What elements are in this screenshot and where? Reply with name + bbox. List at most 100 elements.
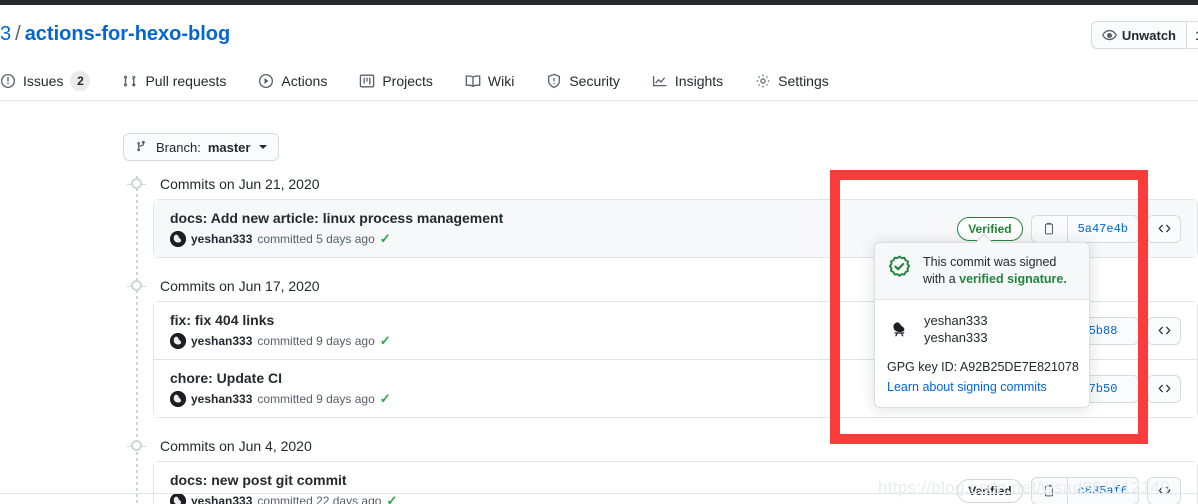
check-icon[interactable]: ✓ bbox=[380, 230, 391, 248]
browse-code-button[interactable] bbox=[1147, 374, 1181, 403]
repo-nav: Issues 2 Pull requests Actions Projects bbox=[0, 62, 1198, 101]
signer-names: yeshan333 yeshan333 bbox=[924, 312, 988, 346]
commit-meta: yeshan333 committed 5 days ago ✓ bbox=[170, 230, 503, 248]
clippy-icon bbox=[1042, 222, 1056, 236]
avatar bbox=[170, 333, 186, 349]
repo-name-link[interactable]: actions-for-hexo-blog bbox=[25, 23, 231, 45]
commit-time: committed 5 days ago bbox=[257, 232, 375, 246]
nav-item-issues[interactable]: Issues 2 bbox=[0, 62, 106, 100]
commit-meta: yeshan333 committed 9 days ago ✓ bbox=[170, 332, 391, 350]
nav-item-wiki[interactable]: Wiki bbox=[449, 62, 530, 100]
browse-code-button[interactable] bbox=[1147, 316, 1181, 345]
book-icon bbox=[465, 73, 481, 89]
unwatch-label: Unwatch bbox=[1121, 27, 1176, 43]
sha-group: 5a47e4b bbox=[1030, 214, 1139, 243]
nav-label-wiki: Wiki bbox=[487, 73, 515, 89]
gear-icon bbox=[755, 73, 771, 89]
commit-message-link[interactable]: docs: new post git commit bbox=[170, 471, 397, 490]
commit-group-header: Commits on Jun 4, 2020 bbox=[123, 434, 1198, 457]
breadcrumb: 3/actions-for-hexo-blog bbox=[0, 22, 230, 46]
popover-body: yeshan333 yeshan333 GPG key ID: A92B25DE… bbox=[875, 300, 1089, 407]
commit-info: docs: Add new article: linux process man… bbox=[170, 209, 503, 248]
nav-item-actions[interactable]: Actions bbox=[242, 62, 343, 100]
git-pull-request-icon bbox=[122, 73, 138, 89]
nav-item-projects[interactable]: Projects bbox=[343, 62, 449, 100]
commit-time: committed 9 days ago bbox=[257, 392, 375, 406]
browse-code-button[interactable] bbox=[1147, 214, 1181, 243]
repo-header: 3/actions-for-hexo-blog Unwatch 1 bbox=[0, 5, 1198, 62]
gpg-key-id: GPG key ID: A92B25DE7E821078 bbox=[887, 360, 1079, 374]
commit-info: docs: new post git commit yeshan333 comm… bbox=[170, 471, 397, 504]
status-badge[interactable]: Verified bbox=[957, 216, 1023, 241]
timeline-node-icon bbox=[127, 280, 146, 291]
commit-author[interactable]: yeshan333 bbox=[191, 332, 252, 350]
repo-owner-link[interactable]: 3 bbox=[0, 23, 11, 45]
popover-headline: This commit was signed with a verified s… bbox=[923, 254, 1077, 288]
commit-actions: Verified 5a47e4b bbox=[957, 214, 1181, 243]
verified-signature-link[interactable]: verified signature. bbox=[959, 272, 1067, 286]
code-icon bbox=[1157, 221, 1172, 236]
play-icon bbox=[258, 73, 274, 89]
popover-header: This commit was signed with a verified s… bbox=[875, 243, 1089, 300]
code-icon bbox=[1157, 381, 1172, 396]
branch-name: master bbox=[207, 139, 251, 155]
avatar bbox=[170, 231, 186, 247]
commit-group-date: Commits on Jun 17, 2020 bbox=[160, 277, 320, 294]
shield-icon bbox=[546, 73, 562, 89]
nav-label-settings: Settings bbox=[778, 73, 829, 89]
branch-selector-button[interactable]: Branch: master bbox=[123, 133, 280, 161]
nav-item-settings[interactable]: Settings bbox=[739, 62, 845, 100]
signer-display-name: yeshan333 bbox=[924, 313, 988, 328]
nav-label-actions: Actions bbox=[281, 73, 328, 89]
branch-label: Branch: bbox=[156, 139, 201, 155]
commit-author[interactable]: yeshan333 bbox=[191, 390, 252, 408]
git-branch-icon bbox=[135, 140, 149, 154]
unwatch-button[interactable]: Unwatch bbox=[1090, 21, 1186, 49]
watch-button-group[interactable]: Unwatch 1 bbox=[1090, 21, 1198, 49]
nav-item-security[interactable]: Security bbox=[530, 62, 636, 100]
eye-icon bbox=[1102, 28, 1117, 43]
code-icon bbox=[1157, 323, 1172, 338]
commit-message-link[interactable]: docs: Add new article: linux process man… bbox=[170, 209, 503, 228]
commit-author[interactable]: yeshan333 bbox=[191, 230, 252, 248]
watch-count[interactable]: 1 bbox=[1186, 21, 1198, 49]
check-icon[interactable]: ✓ bbox=[380, 390, 391, 408]
page-root: 3/actions-for-hexo-blog Unwatch 1 Issues… bbox=[0, 0, 1198, 504]
commit-time: committed 9 days ago bbox=[257, 334, 375, 348]
commit-sha-link[interactable]: 5a47e4b bbox=[1066, 214, 1139, 243]
issues-count-badge: 2 bbox=[70, 71, 91, 91]
learn-signing-commits-link[interactable]: Learn about signing commits bbox=[887, 378, 1077, 396]
nav-label-security: Security bbox=[569, 73, 620, 89]
avatar bbox=[170, 493, 186, 504]
check-icon[interactable]: ✓ bbox=[380, 332, 391, 350]
nav-label-projects: Projects bbox=[382, 73, 433, 89]
commit-info: fix: fix 404 links yeshan333 committed 9… bbox=[170, 311, 391, 350]
breadcrumb-separator: / bbox=[15, 23, 21, 45]
timeline-node-icon bbox=[127, 178, 146, 189]
chevron-down-icon bbox=[259, 145, 268, 149]
signature-popover: This commit was signed with a verified s… bbox=[874, 233, 1090, 408]
copy-sha-button[interactable] bbox=[1030, 214, 1067, 243]
commit-message-link[interactable]: chore: Update CI bbox=[170, 369, 391, 388]
graph-icon bbox=[652, 73, 668, 89]
commit-message-link[interactable]: fix: fix 404 links bbox=[170, 311, 391, 330]
commit-group-date: Commits on Jun 4, 2020 bbox=[160, 437, 312, 454]
commit-meta: yeshan333 committed 9 days ago ✓ bbox=[170, 390, 391, 408]
commit-info: chore: Update CI yeshan333 committed 9 d… bbox=[170, 369, 391, 408]
verified-check-icon bbox=[886, 254, 913, 281]
commit-group-date: Commits on Jun 21, 2020 bbox=[160, 175, 320, 192]
signer-row: yeshan333 yeshan333 bbox=[887, 312, 1077, 346]
project-board-icon bbox=[359, 73, 375, 89]
commit-group-header: Commits on Jun 21, 2020 bbox=[123, 172, 1198, 195]
signer-login: yeshan333 bbox=[924, 330, 988, 345]
nav-label-pull-requests: Pull requests bbox=[145, 73, 227, 89]
avatar bbox=[887, 315, 915, 343]
nav-label-issues: Issues bbox=[23, 73, 64, 89]
watermark-text: https://blog.csdn.net/wsad861512140 bbox=[878, 478, 1171, 497]
nav-item-insights[interactable]: Insights bbox=[636, 62, 739, 100]
issue-opened-icon bbox=[0, 73, 16, 89]
timeline-node-icon bbox=[127, 440, 146, 451]
nav-label-insights: Insights bbox=[674, 73, 724, 89]
nav-item-pull-requests[interactable]: Pull requests bbox=[106, 62, 242, 100]
avatar bbox=[170, 391, 186, 407]
